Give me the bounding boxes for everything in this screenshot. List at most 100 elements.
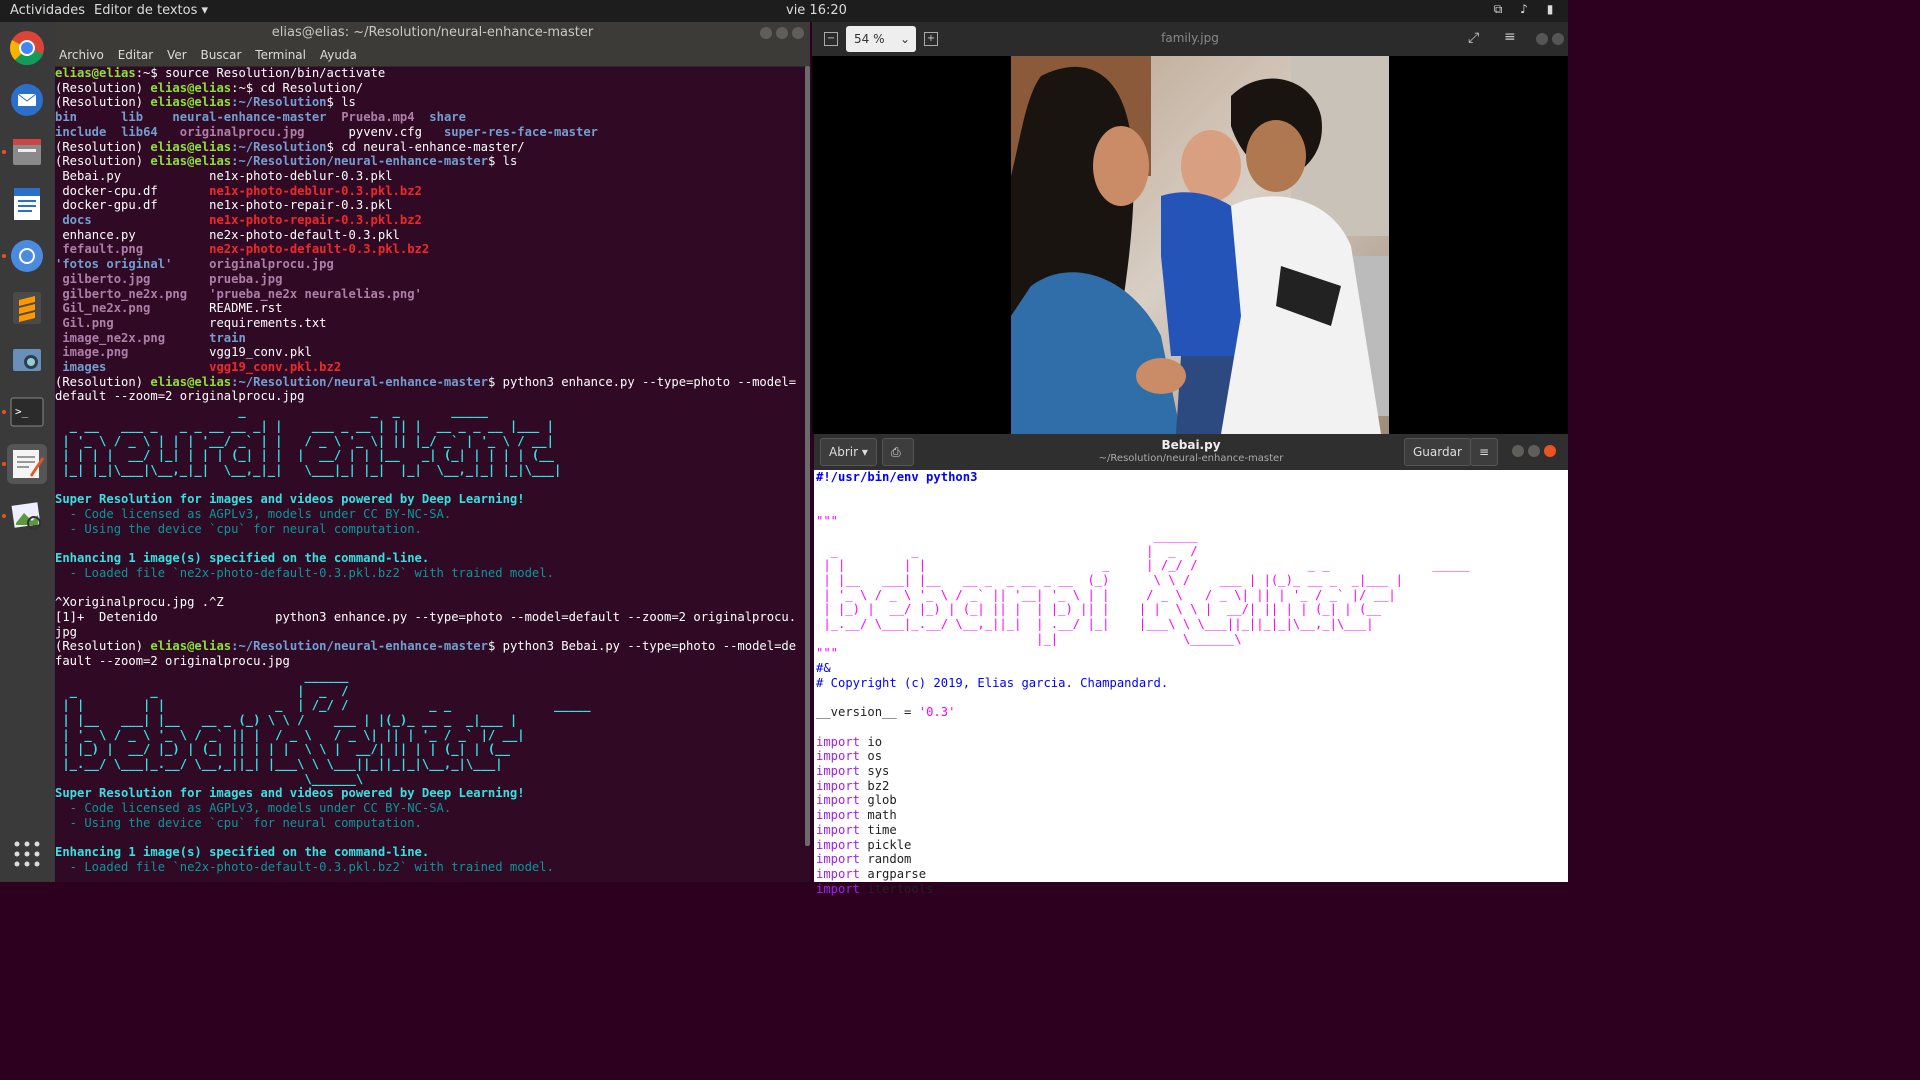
ls-dir: super-res-face-master (443, 124, 599, 139)
files-icon[interactable] (2, 132, 47, 172)
editor-minimize-button[interactable] (1512, 445, 1524, 457)
prompt-user: elias@elias (150, 80, 232, 95)
import-keyword: import (816, 734, 861, 749)
terminal-scrollbar[interactable] (805, 66, 810, 846)
terminal-output[interactable]: elias@elias:~$ source Resolution/bin/act… (55, 66, 805, 882)
chromium-icon[interactable] (2, 236, 47, 276)
import-keyword: import (816, 822, 861, 837)
menu-ver[interactable]: Ver (167, 48, 187, 62)
terminal-line: jpg (55, 624, 78, 639)
code-view[interactable]: #!/usr/bin/env python3 """ ______ _ _ | … (816, 470, 1469, 896)
app-menu[interactable]: Editor de textos ▾ (94, 3, 208, 18)
file-listing: Bebai.py ne1x-photo-deblur-0.3.pkl docke… (55, 169, 429, 374)
menu-buscar[interactable]: Buscar (200, 48, 241, 62)
viewer-minimize-button[interactable] (1536, 33, 1548, 45)
venv-label: (Resolution) (55, 374, 144, 389)
editor-maximize-button[interactable] (1528, 445, 1540, 457)
terminal-line: - Using the device `cpu` for neural comp… (55, 521, 422, 536)
menu-archivo[interactable]: Archivo (59, 48, 104, 62)
prompt-path: :~/Resolution (231, 139, 327, 154)
ls-entry: train (209, 330, 246, 345)
activities-button[interactable]: Actividades (10, 3, 85, 18)
volume-icon[interactable]: ♪ (1516, 2, 1532, 18)
text-editor-icon[interactable] (2, 444, 47, 484)
text-editor-window[interactable]: Abrir ▾ ⎙ Bebai.py ~/Resolution/neural-e… (814, 434, 1568, 896)
import-keyword: import (816, 764, 861, 779)
screenshot-icon[interactable] (7, 340, 47, 380)
terminal-window[interactable]: elias@elias: ~/Resolution/neural-enhance… (55, 22, 810, 882)
ls-entry: docker-cpu.df (62, 183, 158, 198)
minimize-button[interactable] (760, 27, 772, 39)
top-bar: Actividades Editor de textos ▾ vie 16:20… (0, 0, 1568, 22)
terminal-line: $ ls (487, 154, 518, 169)
sublime-icon[interactable] (7, 288, 47, 328)
terminal-line: ^Xoriginalprocu.jpg .^Z (55, 595, 224, 610)
ls-entry: Bebai.py (62, 168, 122, 183)
prompt-user: elias@elias (55, 66, 136, 80)
ls-entry: originalprocu.jpg (209, 257, 334, 272)
ls-dir: lib64 (121, 124, 158, 139)
venv-label: (Resolution) (55, 139, 144, 154)
ls-entry: ne1x-photo-repair-0.3.pkl (209, 198, 393, 213)
module-name: sys (867, 764, 890, 779)
code-line: #& (816, 661, 831, 676)
ls-entry: Gil_ne2x.png (62, 301, 151, 316)
terminal-line: - Loaded file `ne2x-photo-default-0.3.pk… (55, 565, 554, 580)
module-name: io (867, 734, 883, 749)
module-name: math (867, 808, 897, 823)
show-apps-icon[interactable] (7, 834, 47, 874)
prompt-path: :~/Resolution/neural-enhance-master (231, 374, 488, 389)
chrome-icon[interactable] (7, 28, 47, 68)
terminal-line: default --zoom=2 originalprocu.jpg (55, 389, 305, 404)
viewer-header: − 54 % ⌄ + family.jpg ⤢ ≡ (812, 22, 1568, 56)
ascii-banner-bebai: ______ _ _ | _ / | | | | _ | /_/ / _ _ _… (62, 668, 591, 786)
menu-terminal[interactable]: Terminal (255, 48, 306, 62)
clock[interactable]: vie 16:20 (786, 3, 847, 18)
ls-entry: ne1x-photo-repair-0.3.pkl.bz2 (209, 213, 422, 228)
terminal-line: [1]+ Detenido python3 enhance.py --type=… (55, 610, 797, 625)
prompt-user: elias@elias (150, 639, 232, 654)
code-line: '0.3' (918, 705, 956, 720)
prompt-user: elias@elias (150, 139, 232, 154)
menu-ayuda[interactable]: Ayuda (320, 48, 357, 62)
ls-entry: Gil.png (62, 315, 114, 330)
ls-entry: images (62, 360, 107, 375)
window-controls[interactable] (760, 27, 804, 39)
editor-close-button[interactable] (1544, 445, 1556, 457)
battery-icon[interactable]: ▮ (1542, 2, 1558, 18)
maximize-button[interactable] (776, 27, 788, 39)
ls-entry: ne2x-photo-default-0.3.pkl (209, 227, 400, 242)
terminal-line: $ cd Resolution/ (245, 80, 364, 95)
close-button[interactable] (792, 27, 804, 39)
thunderbird-icon[interactable] (7, 80, 47, 120)
ascii-banner-docstring: ______ _ _ | _ / | | | | _ | /_/ / _ _ _… (823, 528, 1470, 646)
terminal-title: elias@elias: ~/Resolution/neural-enhance… (271, 25, 594, 40)
viewer-close-button[interactable] (1552, 33, 1564, 45)
hamburger-menu-icon[interactable]: ≡ (1470, 438, 1499, 466)
ls-entry: 'fotos original' (55, 257, 173, 272)
terminal-titlebar[interactable]: elias@elias: ~/Resolution/neural-enhance… (55, 22, 810, 44)
terminal-icon[interactable]: >_ (2, 392, 47, 432)
ls-entry: docker-gpu.df (62, 198, 158, 213)
terminal-line: $ python3 enhance.py --type=photo --mode… (487, 374, 797, 389)
fullscreen-icon[interactable]: ⤢ (1468, 30, 1479, 46)
module-name: random (867, 852, 912, 867)
ls-entry: gilberto.jpg (62, 271, 151, 286)
ls-file: pyvenv.cfg (348, 124, 422, 139)
ls-entry: README.rst (209, 301, 283, 316)
menu-editar[interactable]: Editar (118, 48, 154, 62)
system-tray[interactable]: ⧉ ♪ ▮ (1490, 2, 1558, 18)
network-icon[interactable]: ⧉ (1490, 2, 1506, 18)
image-viewer-icon[interactable] (2, 496, 47, 536)
image-viewer-window[interactable]: − 54 % ⌄ + family.jpg ⤢ ≡ (812, 22, 1568, 434)
banner-tagline: Super Resolution for images and videos p… (55, 786, 525, 801)
ls-entry: enhance.py (62, 227, 136, 242)
save-button[interactable]: Guardar (1404, 438, 1471, 466)
writer-icon[interactable] (7, 184, 47, 224)
module-name: glob (867, 793, 897, 808)
import-keyword: import (816, 778, 861, 793)
venv-label: (Resolution) (55, 80, 144, 95)
module-name: pickle (867, 837, 912, 852)
module-name: time (867, 822, 897, 837)
hamburger-menu-icon[interactable]: ≡ (1504, 29, 1516, 45)
